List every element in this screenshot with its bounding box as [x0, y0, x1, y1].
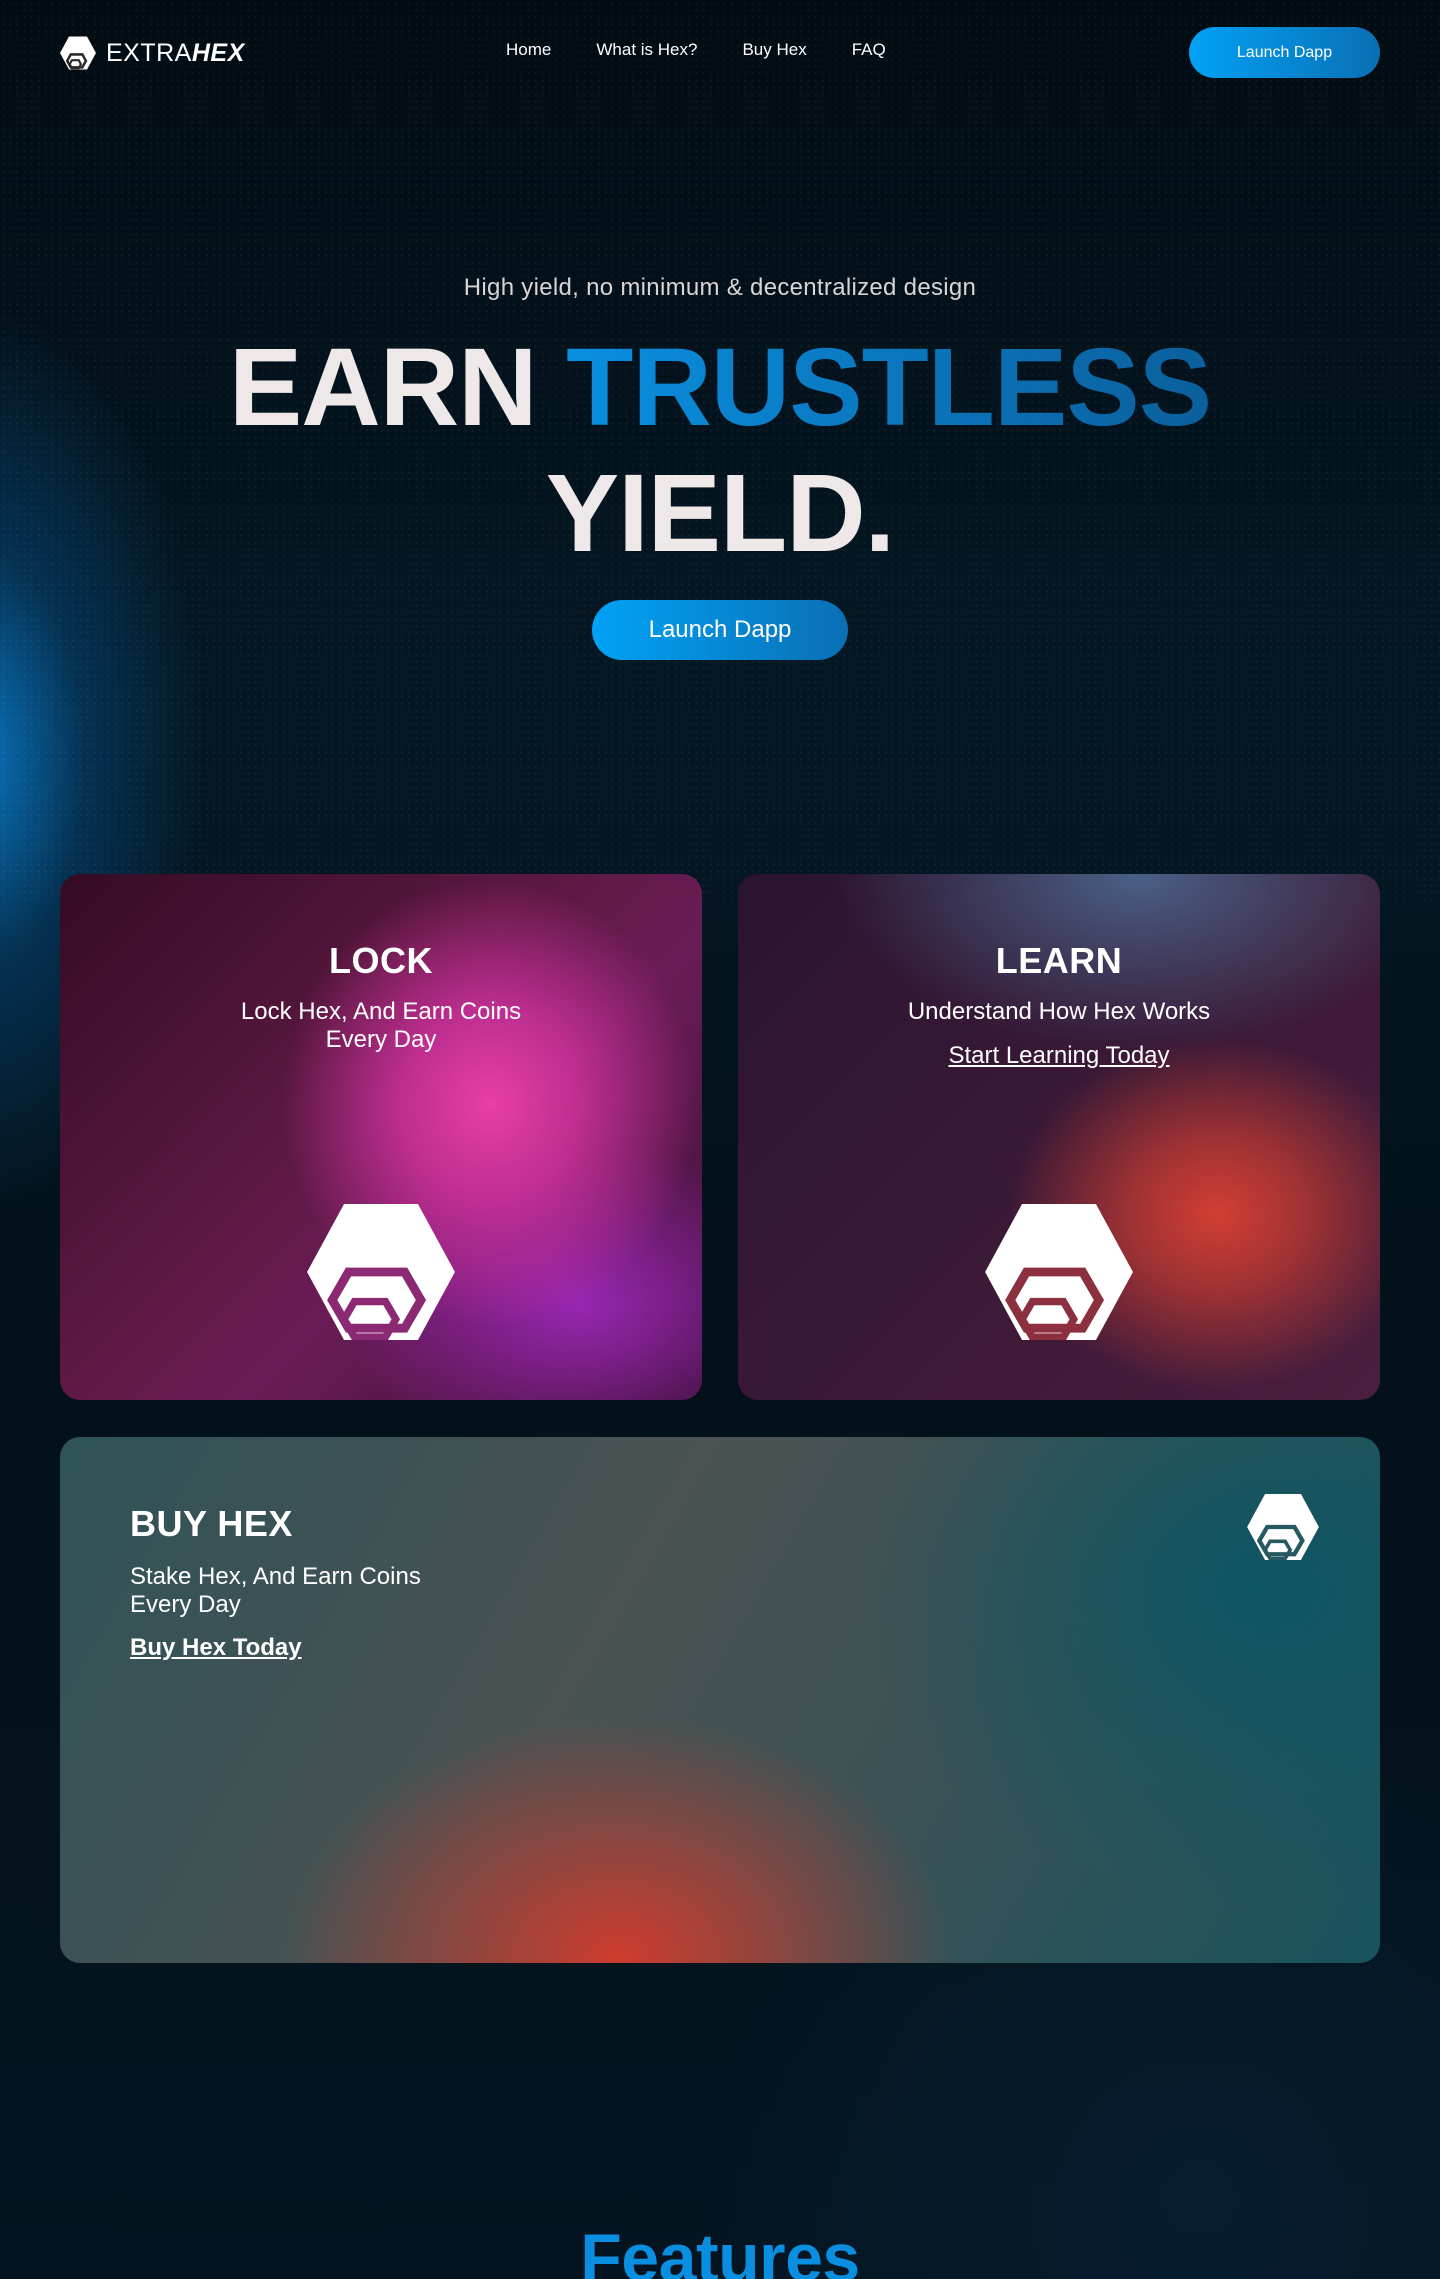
buy-hex-link[interactable]: Buy Hex Today [130, 1634, 302, 1661]
hero-title-accent: TRUSTLESS [566, 326, 1212, 449]
learn-card-text: Understand How Hex Works [907, 998, 1211, 1025]
top-navbar: EXTRAHEX Home What is Hex? Buy Hex FAQ L… [0, 0, 1440, 105]
buy-card-text-line1: Stake Hex, And Earn Coins [130, 1563, 421, 1590]
hex-logo-icon [60, 36, 96, 70]
lock-card[interactable]: LOCK Lock Hex, And Earn Coins Every Day [60, 874, 702, 1400]
hero-launch-dapp-button[interactable]: Launch Dapp [592, 600, 848, 660]
nav-link-what-is-hex[interactable]: What is Hex? [596, 40, 697, 60]
hero-subtitle: High yield, no minimum & decentralized d… [463, 274, 977, 301]
nav-link-faq[interactable]: FAQ [852, 40, 886, 60]
lock-card-title: LOCK [329, 940, 433, 981]
brand-name-bold: HEX [191, 38, 245, 67]
learn-card-title: LEARN [995, 940, 1123, 981]
lock-card-text-line1: Lock Hex, And Earn Coins [240, 998, 522, 1025]
hero-title: EARN TRUSTLESS YIELD. [0, 325, 1440, 577]
brand-name-light: EXTRA [106, 38, 192, 67]
lock-card-text-line2: Every Day [325, 1026, 437, 1053]
buy-card-title: BUY HEX [130, 1503, 293, 1544]
hex-logo-icon [307, 1204, 455, 1340]
hex-logo-icon [1247, 1494, 1319, 1560]
hero-title-line2: YIELD. [545, 452, 895, 575]
nav-links: Home What is Hex? Buy Hex FAQ [506, 40, 886, 60]
brand-logo[interactable]: EXTRAHEX [60, 36, 245, 70]
nav-link-home[interactable]: Home [506, 40, 551, 60]
brand-name: EXTRAHEX [106, 39, 245, 68]
nav-link-buy-hex[interactable]: Buy Hex [742, 40, 806, 60]
hero-title-word1: EARN [228, 326, 538, 449]
learn-card[interactable]: LEARN Understand How Hex Works Start Lea… [738, 874, 1380, 1400]
nav-launch-dapp-button[interactable]: Launch Dapp [1189, 27, 1380, 78]
hex-logo-icon [985, 1204, 1133, 1340]
buy-hex-card[interactable]: BUY HEX Stake Hex, And Earn Coins Every … [60, 1437, 1380, 1963]
start-learning-link[interactable]: Start Learning Today [948, 1042, 1169, 1069]
features-heading: Features [580, 2220, 860, 2279]
buy-card-text-line2: Every Day [130, 1591, 241, 1618]
